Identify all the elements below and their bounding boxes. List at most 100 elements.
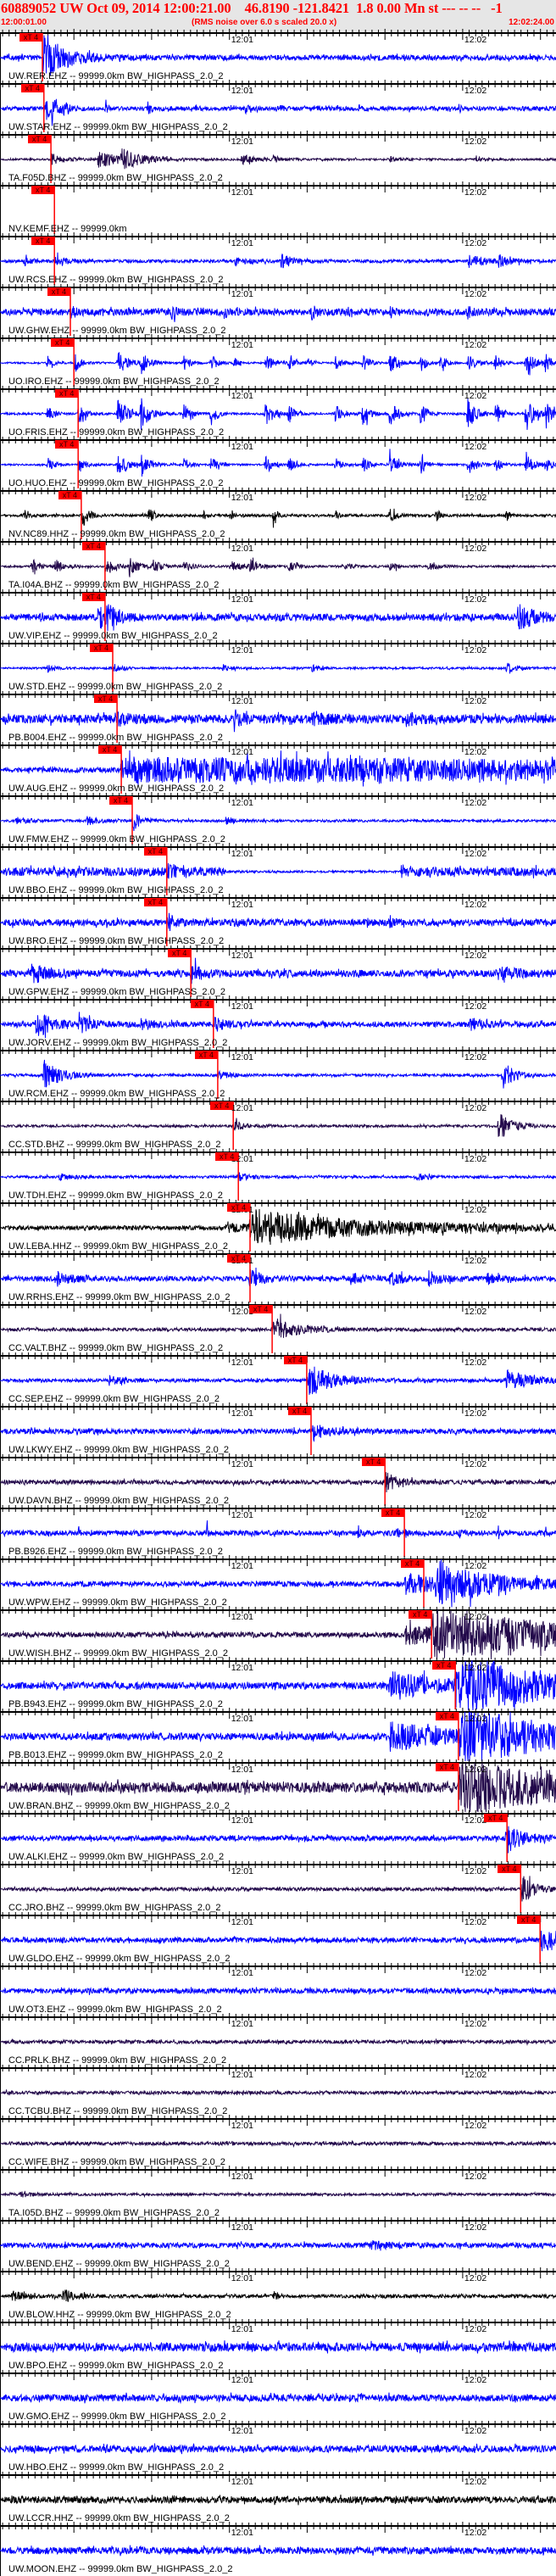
trace-panel: 12:01 12:02 xT 4 CC.STD.BHZ -- 99999.0km BW…: [0, 1097, 556, 1151]
station-channel-label: UO.FRIS.EHZ -- 99999.0km BW_HIGHPASS_2.0…: [8, 427, 225, 438]
waveform-trace: [0, 2340, 556, 2354]
trace-panel: 12:01 12:02 xT 4 PB.B004.EHZ -- 99999.0km B…: [0, 690, 556, 744]
pick-marker-label[interactable]: xT 4: [227, 1203, 250, 1212]
waveform-trace: [0, 1267, 556, 1287]
pick-marker-label[interactable]: xT 4: [81, 542, 105, 550]
pick-marker-label[interactable]: xT 4: [435, 1763, 459, 1771]
trace-panel: 12:01 12:02 CC.WIFE.BHZ -- 99999.0km BW_HI…: [0, 2115, 556, 2169]
trace-panel: 12:01 12:02 TA.I05D.BHZ -- 99999.0km BW_HI…: [0, 2166, 556, 2220]
waveform-trace: [0, 1012, 556, 1039]
trace-panel: 12:01 12:02 xT 4 UW.ALKI.EHZ -- 99999.0km B…: [0, 1809, 556, 1864]
station-channel-label: UW.JORV.EHZ -- 99999.0km BW_HIGHPASS_2.0…: [8, 1038, 228, 1048]
pick-marker-label[interactable]: xT 4: [19, 33, 42, 42]
time-tick-label: 12:02: [464, 594, 487, 605]
pick-marker-label[interactable]: xT 4: [381, 1508, 405, 1517]
pick-marker-label[interactable]: xT 4: [47, 287, 70, 296]
pick-marker-label[interactable]: xT 4: [98, 745, 122, 754]
time-tick-label: 12:01: [231, 1866, 253, 1876]
time-tick-label: 12:02: [464, 340, 487, 350]
trace-panel: 12:0112:02xT 4UW.RRHS.EHZ -- 99999.0km B…: [0, 1250, 556, 1304]
time-tick-label: 12:01: [231, 1663, 253, 1673]
time-tick-label: 12:02: [464, 2070, 487, 2080]
time-tick-label: 12:01: [231, 187, 253, 198]
pick-marker-label[interactable]: xT 4: [55, 440, 79, 449]
station-channel-label: PB.B013.EHZ -- 99999.0km BW_HIGHPASS_2.0…: [8, 1750, 223, 1760]
waveform-trace: [0, 813, 556, 832]
pick-marker-label[interactable]: xT 4: [143, 847, 167, 856]
pick-marker-label[interactable]: xT 4: [51, 338, 75, 347]
waveform-trace: [0, 398, 556, 431]
trace-panel: 12:01 12:02 xT 4 UW.TDH.EHZ -- 99999.0km BW…: [0, 1148, 556, 1202]
trace-panel: 12:01 12:02 xT 4 UW.JORV.EHZ -- 99999.0km B…: [0, 995, 556, 1050]
pick-marker-label[interactable]: xT 4: [20, 84, 44, 92]
pick-marker-label[interactable]: xT 4: [484, 1814, 508, 1822]
time-tick-label: 12:01: [231, 900, 253, 910]
pick-marker-label[interactable]: xT 4: [249, 1305, 273, 1313]
pick-marker-label[interactable]: xT 4: [194, 1051, 218, 1059]
station-channel-label: UW.RCS.EHZ -- 99999.0km BW_HIGHPASS_2.0_…: [8, 275, 224, 285]
pick-marker-label[interactable]: xT 4: [31, 186, 55, 194]
trace-panel: 12:01 12:02 xT 4 UW.GHW.EHZ -- 99999.0km BW…: [0, 283, 556, 337]
pick-marker-label[interactable]: xT 4: [498, 1865, 521, 1873]
trace-panel: 12:01 12:02 xT 4 PB.B926.EHZ -- 99999.0km B…: [0, 1504, 556, 1558]
waveform-trace: [0, 557, 556, 577]
pick-marker-label[interactable]: xT 4: [283, 1356, 307, 1364]
time-tick-label: 12:02: [464, 1103, 487, 1113]
pick-marker-label[interactable]: xT 4: [210, 1101, 234, 1110]
time-tick-label: 12:01: [231, 951, 253, 961]
pick-marker-label[interactable]: xT 4: [31, 237, 55, 245]
station-channel-label: UW.FMW.EHZ -- 99999.0km BW_HIGHPASS_2.0_…: [8, 834, 225, 845]
trace-panel: 12:01 12:02 xT 4 UW.AUG.EHZ -- 99999.0km BW…: [0, 741, 556, 795]
trace-panel: 12:01 12:02 xT 4 UW.GLDO.EHZ -- 99999.0km B…: [0, 1911, 556, 1965]
time-tick-label: 12:02: [464, 696, 487, 706]
time-tick-label: 12:01: [231, 1052, 253, 1062]
pick-marker-label[interactable]: xT 4: [143, 898, 167, 906]
pick-marker-label[interactable]: xT 4: [168, 949, 192, 957]
waveform-trace: [0, 2392, 556, 2405]
time-tick-label: 12:02: [464, 2019, 487, 2029]
pick-marker-label[interactable]: xT 4: [401, 1559, 424, 1568]
waveform-trace: [0, 912, 556, 932]
time-tick-label: 12:01: [231, 2019, 253, 2029]
pick-marker-label[interactable]: xT 4: [362, 1458, 386, 1466]
pick-marker-label[interactable]: xT 4: [190, 1000, 214, 1008]
pick-marker-label[interactable]: xT 4: [81, 593, 105, 601]
station-channel-label: UW.VIP.EHZ -- 99999.0km BW_HIGHPASS_2.0_…: [8, 631, 218, 641]
pick-marker-label[interactable]: xT 4: [215, 1152, 239, 1161]
trace-panel: 12:01 12:02 xT 4 UW.STAR.EHZ -- 99999.0km B…: [0, 80, 556, 134]
time-tick-label: 12:01: [231, 2477, 253, 2487]
pick-marker-label[interactable]: xT 4: [227, 1254, 250, 1263]
trace-panel: 12:01 12:02 UW.BPO.EHZ -- 99999.0km BW_HIG…: [0, 2318, 556, 2372]
trace-panel: 12:01 12:02 xT 4 UW.DAVN.BHZ -- 99999.0km B…: [0, 1453, 556, 1508]
waveform-trace: [0, 2038, 556, 2046]
station-channel-label: UW.STAR.EHZ -- 99999.0km BW_HIGHPASS_2.0…: [8, 122, 228, 132]
trace-panel: 12:01 12:02 UW.HBO.EHZ -- 99999.0km BW_HIG…: [0, 2420, 556, 2474]
time-tick-label: 12:02: [464, 187, 487, 198]
event-title: 60889052 UW Oct 09, 2014 12:00:21.00 46.…: [1, 0, 503, 16]
station-channel-label: UW.LCCR.HHZ -- 99999.0km BW_HIGHPASS_2.0…: [8, 2513, 230, 2523]
time-tick-label: 12:02: [464, 2477, 487, 2487]
station-channel-label: CC.PRLK.BHZ -- 99999.0km BW_HIGHPASS_2.0…: [8, 2055, 227, 2066]
pick-marker-label[interactable]: xT 4: [90, 644, 113, 652]
pick-marker-label[interactable]: xT 4: [409, 1610, 432, 1619]
time-tick-label: 12:02: [464, 1459, 487, 1469]
pick-marker-label[interactable]: xT 4: [435, 1712, 459, 1720]
pick-marker-label[interactable]: xT 4: [94, 694, 118, 703]
station-channel-label: CC.SEP.EHZ -- 99999.0km BW_HIGHPASS_2.0_…: [8, 1394, 220, 1404]
time-tick-label: 12:01: [231, 1001, 253, 1012]
pick-marker-label[interactable]: xT 4: [109, 796, 132, 805]
time-tick-label: 12:01: [231, 2528, 253, 2538]
pick-marker-label[interactable]: xT 4: [288, 1407, 311, 1415]
pick-marker-label[interactable]: xT 4: [28, 135, 52, 143]
trace-panel: 12:01 12:02 xT 4 UW.BBO.EHZ -- 99999.0km BW…: [0, 843, 556, 897]
pick-marker-label[interactable]: xT 4: [55, 389, 79, 398]
waveform-trace: [0, 957, 556, 984]
pick-marker-label[interactable]: xT 4: [517, 1915, 541, 1924]
waveform-trace: [0, 2190, 556, 2199]
time-tick-label: 12:01: [231, 696, 253, 706]
pick-marker-label[interactable]: xT 4: [58, 491, 81, 499]
trace-panel: 12:01 12:02 xT 4 NV.NC89.HHZ -- 99999.0km B…: [0, 487, 556, 541]
time-tick-label: 12:02: [464, 493, 487, 503]
station-channel-label: UW.GHW.EHZ -- 99999.0km BW_HIGHPASS_2.0_…: [8, 326, 226, 336]
pick-marker-label[interactable]: xT 4: [432, 1661, 456, 1670]
